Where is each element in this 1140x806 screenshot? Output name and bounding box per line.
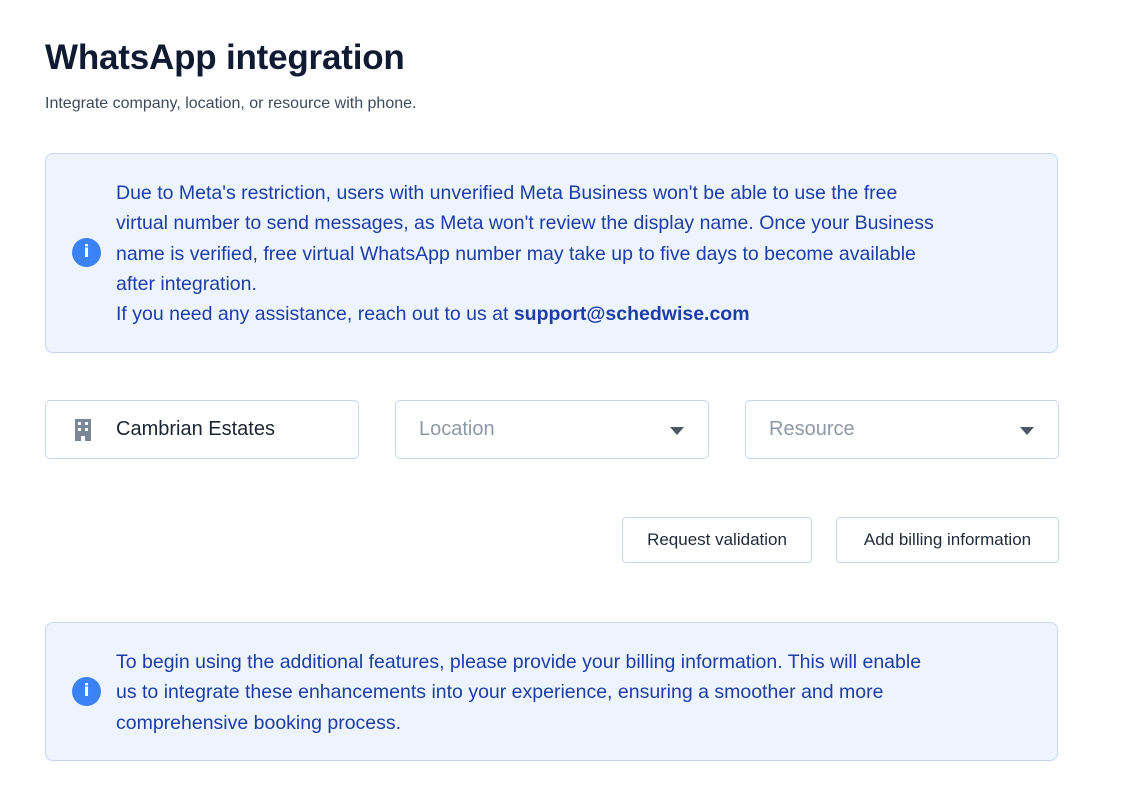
notice-line: Due to Meta's restriction, users with un… [116, 182, 898, 204]
company-selector[interactable]: Cambrian Estates [45, 400, 359, 459]
notice-line: virtual number to send messages, as Meta… [116, 212, 934, 235]
meta-restriction-text: Due to Meta's restriction, users with un… [116, 178, 1037, 329]
billing-notice: i To begin using the additional features… [45, 622, 1058, 761]
notice-line: name is verified, free virtual WhatsApp … [116, 242, 916, 265]
notice-line: To begin using the additional features, … [116, 651, 922, 673]
caret-down-icon [670, 427, 684, 435]
location-placeholder: Location [419, 418, 495, 440]
meta-restriction-notice: i Due to Meta's restriction, users with … [45, 153, 1058, 353]
info-icon: i [72, 677, 101, 706]
page-subtitle: Integrate company, location, or resource… [45, 95, 417, 112]
caret-down-icon [1020, 427, 1034, 435]
notice-line: after integration. [116, 272, 257, 295]
location-select[interactable]: Location [395, 400, 709, 459]
billing-notice-text: To begin using the additional features, … [116, 647, 1037, 738]
page-title: WhatsApp integration [45, 38, 405, 77]
company-value: Cambrian Estates [116, 418, 275, 440]
building-icon [75, 419, 91, 441]
info-icon: i [72, 238, 101, 267]
support-email-link[interactable]: support@schedwise.com [514, 303, 750, 325]
request-validation-button[interactable]: Request validation [622, 517, 812, 563]
resource-select[interactable]: Resource [745, 400, 1059, 459]
notice-line: comprehensive booking process. [116, 711, 402, 734]
add-billing-information-button[interactable]: Add billing information [836, 517, 1059, 563]
assistance-text: If you need any assistance, reach out to… [116, 303, 514, 326]
resource-placeholder: Resource [769, 418, 855, 440]
notice-line: us to integrate these enhancements into … [116, 681, 884, 704]
assistance-line: If you need any assistance, reach out to… [116, 299, 1037, 329]
